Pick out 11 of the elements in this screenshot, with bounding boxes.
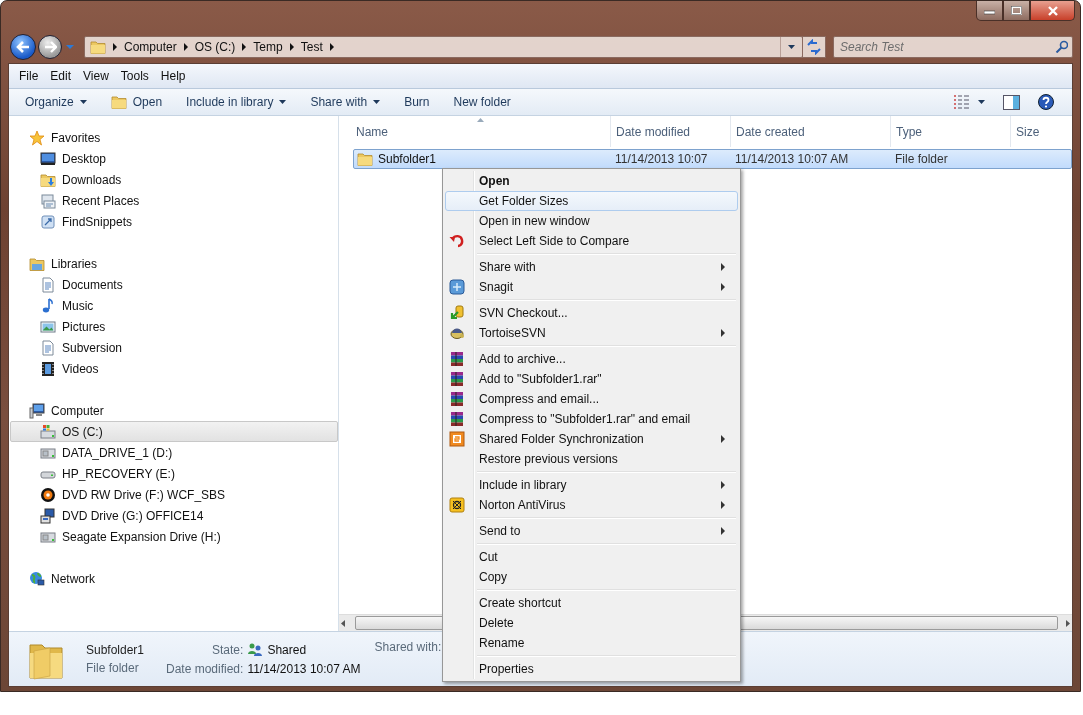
file-name-cell: Subfolder1 [354, 151, 612, 167]
shared-with-label: Shared with: [374, 640, 442, 654]
date-modified-cell-text: 11/14/2013 10:07 [614, 152, 709, 166]
item-type: File folder [86, 661, 140, 675]
date-modified-value: 11/14/2013 10:07 AM [247, 662, 361, 676]
date-modified-label: Date modified: [166, 662, 244, 676]
type-cell-text: File folder [894, 152, 949, 166]
state-value: Shared [267, 643, 307, 657]
item-name: Subfolder1 [86, 643, 146, 657]
date-created-cell-text: 11/14/2013 10:07 AM [734, 152, 850, 166]
state-label: State: [211, 643, 244, 657]
